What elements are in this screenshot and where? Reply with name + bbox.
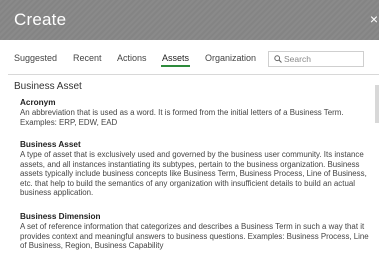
list-item-acronym[interactable]: Acronym An abbreviation that is used as … — [20, 98, 370, 127]
tab-organization[interactable]: Organization — [205, 53, 256, 63]
dialog-title: Create — [14, 10, 67, 29]
list-item-business-dimension[interactable]: Business Dimension A set of reference in… — [20, 212, 370, 251]
item-name: Business Dimension — [20, 212, 101, 221]
tab-recent[interactable]: Recent — [73, 53, 102, 63]
item-description: A type of asset that is exclusively used… — [20, 150, 367, 198]
dialog-header: Create × — [0, 0, 379, 40]
section-title: Business Asset — [14, 81, 82, 92]
scrollbar[interactable] — [375, 85, 379, 123]
item-description: An abbreviation that is used as a word. … — [20, 108, 344, 127]
search-icon — [274, 55, 282, 63]
tab-assets[interactable]: Assets — [160, 53, 191, 67]
item-description: A set of reference information that cate… — [20, 222, 369, 251]
list-item-business-asset[interactable]: Business Asset A type of asset that is e… — [20, 140, 370, 198]
tab-suggested[interactable]: Suggested — [14, 53, 57, 63]
close-icon[interactable]: × — [370, 12, 378, 26]
item-name: Business Asset — [20, 140, 81, 149]
tab-actions[interactable]: Actions — [117, 53, 147, 63]
search-input[interactable] — [284, 52, 362, 66]
item-name: Acronym — [20, 98, 56, 107]
tab-divider — [8, 74, 379, 75]
search-box[interactable] — [268, 51, 364, 67]
